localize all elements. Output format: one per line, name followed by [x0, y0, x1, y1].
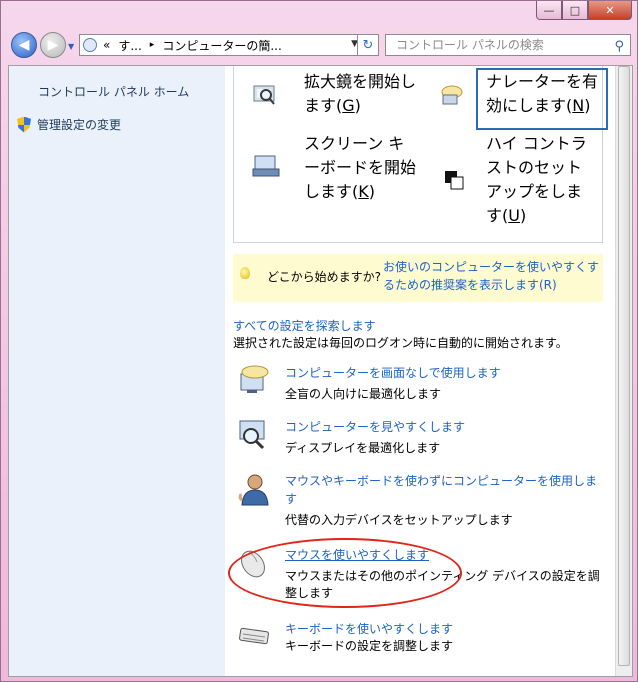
monitor-balloon-icon — [240, 365, 269, 393]
scrollbar-thumb[interactable] — [618, 66, 630, 666]
title-bar: — □ ✕ — [1, 1, 638, 29]
maximize-button[interactable]: □ — [562, 1, 588, 20]
quick-access-box: 拡大鏡を開始し ます(G) ナレーターを有 効にします(N) スクリーン キ ー… — [233, 66, 608, 243]
person-icon — [238, 474, 269, 506]
tool-label-text: す( — [486, 206, 509, 225]
item-link[interactable]: キーボードを使いやすくします — [285, 620, 607, 638]
magnifier-icon — [253, 85, 275, 105]
search-icon[interactable]: ⚲ — [614, 37, 624, 57]
explore-settings-title: すべての設定を探索します — [233, 319, 376, 333]
tool-label-line: 拡大鏡を開始し — [304, 72, 417, 91]
tool-label-text: します( — [304, 182, 359, 201]
tool-label-line: ます(G) — [304, 94, 416, 118]
tool-label-line: 効にします(N) — [486, 94, 598, 118]
address-bar[interactable]: « す... ▸ コンピューターの簡... ▼ — [79, 34, 379, 56]
tool-label-line: ナレーターを有 — [486, 72, 599, 91]
vertical-scrollbar[interactable] — [615, 66, 632, 676]
magnifier-link[interactable]: 拡大鏡を開始し ます(G) — [304, 70, 416, 118]
item-description: 代替の入力デバイスをセットアップします — [285, 513, 513, 527]
sidebar: コントロール パネル ホーム 管理設定の変更 — [9, 66, 225, 676]
tool-label-line: アップをしま — [486, 182, 583, 201]
access-key: U — [508, 206, 520, 225]
high-contrast-link[interactable]: ハイ コントラ ストのセット アップをしま す(U) — [486, 132, 587, 228]
item-description: 全盲の人向けに最適化します — [285, 387, 442, 401]
breadcrumb-overflow[interactable]: « — [103, 38, 110, 52]
explore-settings-description: 選択された設定は毎回のログオン時に自動的に開始されます。 — [233, 336, 568, 350]
main-panel: 拡大鏡を開始し ます(G) ナレーターを有 効にします(N) スクリーン キ ー… — [225, 66, 617, 676]
window: — □ ✕ ◀ ▶ ▼ « す... ▸ コンピューターの簡... ▼ ↻ コン… — [0, 0, 638, 682]
recent-pages-dropdown[interactable]: ▼ — [68, 42, 74, 51]
monitor-magnifier-icon — [239, 420, 265, 450]
breadcrumb-separator[interactable]: ▸ — [150, 40, 155, 50]
item-link[interactable]: コンピューターを見やすくします — [285, 418, 607, 436]
sidebar-home-link[interactable]: コントロール パネル ホーム — [38, 83, 189, 100]
navigation-bar: ◀ ▶ ▼ « す... ▸ コンピューターの簡... ▼ ↻ コントロール パ… — [1, 29, 638, 65]
tool-label-line: す(U) — [486, 204, 587, 228]
tool-label-text: ) — [368, 182, 375, 201]
tool-label-text: 効にします( — [486, 96, 573, 115]
access-key: K — [358, 182, 369, 201]
lightbulb-icon — [240, 267, 250, 279]
sidebar-admin-link[interactable]: 管理設定の変更 — [17, 116, 121, 133]
tool-label-line: ーボードを開始 — [304, 158, 417, 177]
forward-button[interactable]: ▶ — [40, 32, 66, 58]
highlight-circle — [228, 538, 462, 608]
narrator-icon — [441, 85, 463, 105]
shield-icon — [17, 116, 31, 133]
tip-panel: どこから始めますか? お使いのコンピューターを使いやすくするための推奨案を表示し… — [233, 254, 603, 302]
sidebar-admin-label: 管理設定の変更 — [37, 118, 122, 132]
tool-label-line: します(K) — [304, 180, 416, 204]
access-key: N — [572, 96, 585, 115]
onscreen-keyboard-icon — [252, 155, 280, 177]
tool-label-line: ハイ コントラ — [486, 134, 587, 153]
high-contrast-icon — [445, 171, 464, 190]
control-panel-icon — [83, 38, 97, 52]
onscreen-keyboard-link[interactable]: スクリーン キ ーボードを開始 します(K) — [304, 132, 416, 204]
back-button[interactable]: ◀ — [11, 32, 37, 58]
refresh-button[interactable]: ↻ — [357, 34, 379, 56]
tool-label-text: ) — [584, 96, 591, 115]
refresh-icon: ↻ — [362, 37, 374, 53]
narrator-link[interactable]: ナレーターを有 効にします(N) — [486, 70, 598, 118]
keyboard-icon — [239, 627, 269, 645]
breadcrumb-segment[interactable]: す... — [118, 37, 141, 54]
item-link[interactable]: コンピューターを画面なしで使用します — [285, 364, 607, 382]
item-description: キーボードの設定を調整します — [285, 639, 454, 653]
window-controls: — □ ✕ — [536, 1, 632, 20]
tip-question: どこから始めますか? — [267, 270, 382, 284]
search-input[interactable]: コントロール パネルの検索 ⚲ — [385, 34, 631, 56]
content-area: コントロール パネル ホーム 管理設定の変更 拡大鏡を開始し ます(G) ナレー… — [8, 65, 633, 677]
tool-label-text: ) — [354, 96, 361, 115]
access-key: G — [342, 96, 355, 115]
tool-label-line: スクリーン キ — [304, 134, 405, 153]
tool-label-line: ストのセット — [486, 158, 583, 177]
breadcrumb-current[interactable]: コンピューターの簡... — [162, 37, 281, 54]
recommendations-link[interactable]: お使いのコンピューターを使いやすくするための推奨案を表示します(R) — [383, 258, 603, 294]
minimize-button[interactable]: — — [536, 1, 562, 20]
item-description: ディスプレイを最適化します — [285, 441, 441, 455]
arrow-left-icon: ◀ — [18, 37, 30, 53]
close-button[interactable]: ✕ — [588, 1, 632, 20]
arrow-right-icon: ▶ — [47, 37, 59, 53]
tool-label-text: ) — [519, 206, 527, 225]
item-link[interactable]: マウスやキーボードを使わずにコンピューターを使用します — [285, 472, 607, 508]
search-placeholder: コントロール パネルの検索 — [396, 38, 544, 52]
tool-label-text: ます( — [304, 96, 343, 115]
